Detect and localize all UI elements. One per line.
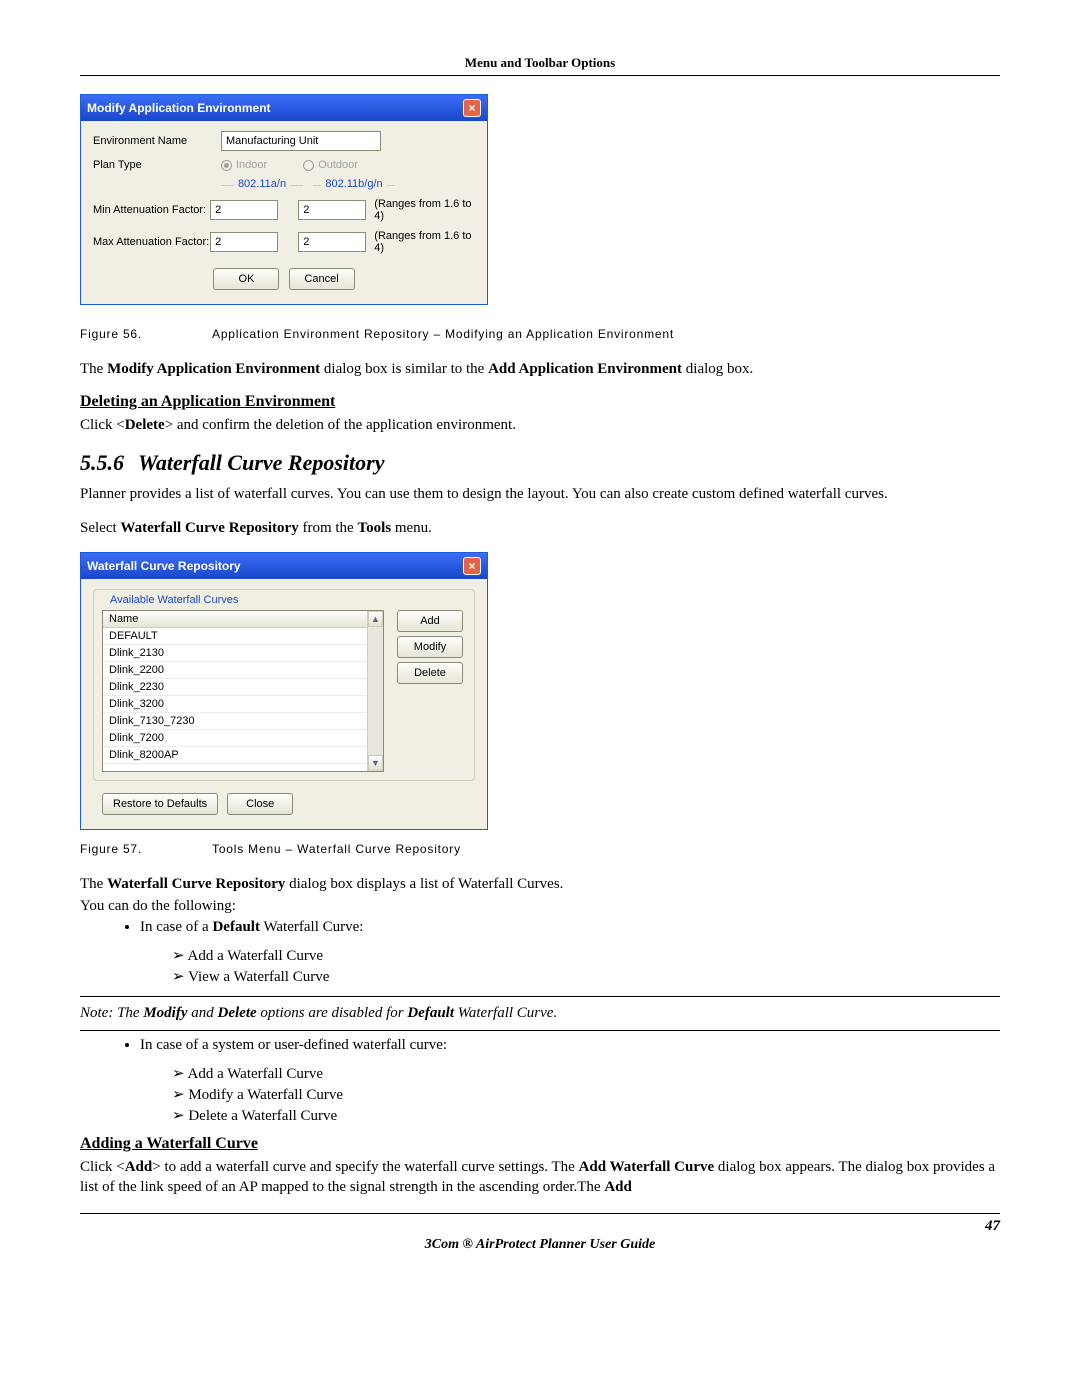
paragraph-add: Click <Add> to add a waterfall curve and…	[80, 1157, 1000, 1198]
env-name-label: Environment Name	[93, 135, 221, 147]
note-rule-top	[80, 996, 1000, 997]
list-item: Add a Waterfall Curve	[172, 1064, 1000, 1083]
paragraph-planner: Planner provides a list of waterfall cur…	[80, 484, 1000, 504]
close-icon[interactable]: ×	[463, 557, 481, 575]
list-item[interactable]: Dlink_8200AP	[103, 747, 367, 764]
paragraph-modify: The Modify Application Environment dialo…	[80, 359, 1000, 379]
max-atten-range: (Ranges from 1.6 to 4)	[374, 230, 475, 254]
max-atten-label: Max Attenuation Factor:	[93, 236, 210, 248]
close-icon[interactable]: ×	[463, 99, 481, 117]
scroll-up-icon[interactable]: ▲	[368, 611, 383, 627]
list-item[interactable]: Dlink_3200	[103, 696, 367, 713]
list-item: Modify a Waterfall Curve	[172, 1085, 1000, 1104]
list-item: View a Waterfall Curve	[172, 967, 1000, 986]
scroll-down-icon[interactable]: ▼	[368, 755, 383, 771]
footer-rule	[80, 1213, 1000, 1214]
list-item[interactable]: Dlink_2200	[103, 662, 367, 679]
subheading-deleting: Deleting an Application Environment	[80, 393, 1000, 411]
min-atten-b-input[interactable]	[298, 200, 366, 220]
restore-defaults-button[interactable]: Restore to Defaults	[102, 793, 218, 815]
list-item[interactable]: Dlink_2230	[103, 679, 367, 696]
waterfall-listbox[interactable]: Name DEFAULT Dlink_2130 Dlink_2200 Dlink…	[102, 610, 384, 772]
note-rule-bottom	[80, 1030, 1000, 1031]
list-item[interactable]: Dlink_2130	[103, 645, 367, 662]
delete-button[interactable]: Delete	[397, 662, 463, 684]
plan-type-label: Plan Type	[93, 159, 221, 171]
list-column-name[interactable]: Name	[103, 611, 367, 628]
indoor-radio-label: Indoor	[236, 159, 267, 171]
list-item: In case of a Default Waterfall Curve:	[140, 919, 1000, 936]
band-a-label: 802.11a/n	[234, 178, 290, 190]
add-button[interactable]: Add	[397, 610, 463, 632]
list-item[interactable]: DEFAULT	[103, 628, 367, 645]
max-atten-a-input[interactable]	[210, 232, 278, 252]
page-header: Menu and Toolbar Options	[80, 55, 1000, 71]
env-name-input[interactable]	[221, 131, 381, 151]
note-text: Note: The Modify and Delete options are …	[80, 1005, 1000, 1022]
min-atten-range: (Ranges from 1.6 to 4)	[374, 198, 475, 222]
dialog-titlebar: Modify Application Environment ×	[81, 95, 487, 121]
paragraph-select: Select Waterfall Curve Repository from t…	[80, 518, 1000, 538]
list-item[interactable]: Dlink_7200	[103, 730, 367, 747]
subheading-adding: Adding a Waterfall Curve	[80, 1135, 1000, 1153]
figure-57-caption: Figure 57.Tools Menu – Waterfall Curve R…	[80, 842, 1000, 856]
list-item[interactable]: Dlink_7130_7230	[103, 713, 367, 730]
page-number: 47	[80, 1218, 1000, 1235]
paragraph-wcr: The Waterfall Curve Repository dialog bo…	[80, 874, 1000, 894]
ok-button[interactable]: OK	[213, 268, 279, 290]
dialog-title: Modify Application Environment	[87, 101, 271, 115]
outdoor-radio-label: Outdoor	[318, 159, 358, 171]
min-atten-label: Min Attenuation Factor:	[93, 204, 210, 216]
max-atten-b-input[interactable]	[298, 232, 366, 252]
list-item: Add a Waterfall Curve	[172, 946, 1000, 965]
footer-title: 3Com ® AirProtect Planner User Guide	[80, 1237, 1000, 1253]
min-atten-a-input[interactable]	[210, 200, 278, 220]
section-heading: 5.5.6Waterfall Curve Repository	[80, 450, 1000, 476]
list-item: Delete a Waterfall Curve	[172, 1106, 1000, 1125]
scrollbar[interactable]: ▲ ▼	[367, 611, 383, 771]
outdoor-radio: Outdoor	[303, 159, 358, 171]
close-button[interactable]: Close	[227, 793, 293, 815]
paragraph-youcan: You can do the following:	[80, 896, 1000, 916]
indoor-radio: Indoor	[221, 159, 267, 171]
list-item: In case of a system or user-defined wate…	[140, 1037, 1000, 1054]
dialog2-title: Waterfall Curve Repository	[87, 559, 241, 573]
cancel-button[interactable]: Cancel	[289, 268, 355, 290]
fieldset-legend: Available Waterfall Curves	[106, 594, 242, 606]
paragraph-delete: Click <Delete> and confirm the deletion …	[80, 415, 1000, 435]
waterfall-repo-dialog: Waterfall Curve Repository × Available W…	[80, 552, 488, 830]
figure-56-caption: Figure 56.Application Environment Reposi…	[80, 327, 1000, 341]
header-rule	[80, 75, 1000, 76]
band-b-label: 802.11b/g/n	[321, 178, 386, 190]
modify-app-env-dialog: Modify Application Environment × Environ…	[80, 94, 488, 305]
modify-button[interactable]: Modify	[397, 636, 463, 658]
